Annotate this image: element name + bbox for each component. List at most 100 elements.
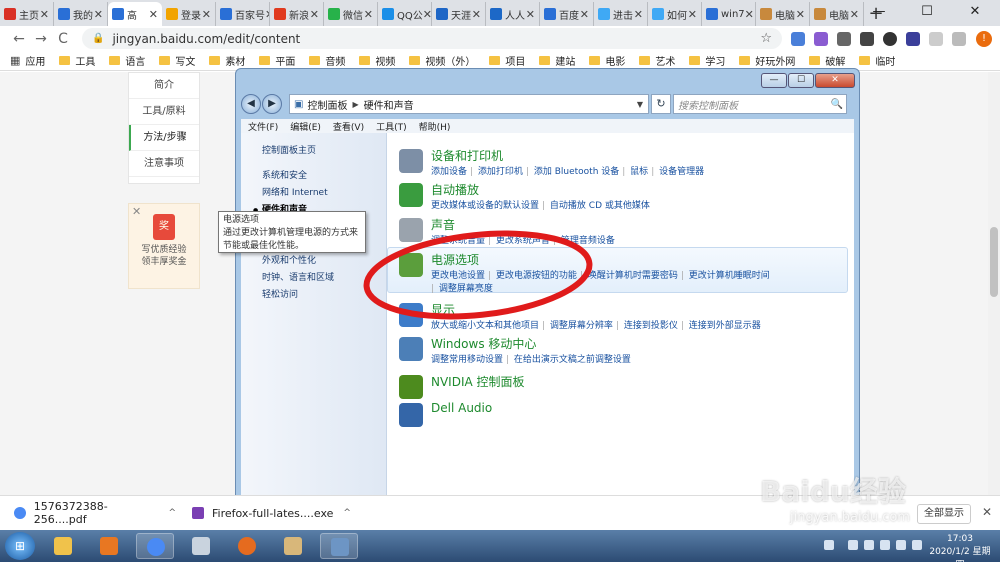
window-close-button[interactable]: ✕ (815, 73, 855, 88)
task-link[interactable]: 在给出演示文稿之前调整设置 (506, 355, 631, 365)
category-icon[interactable] (399, 183, 423, 207)
bookmark-item[interactable]: 应用 (25, 53, 45, 68)
tab-close-icon[interactable]: ✕ (688, 8, 697, 21)
task-link[interactable]: 唤醒计算机时需要密码 (580, 271, 678, 281)
chrome-taskbar-button[interactable] (136, 533, 174, 559)
task-link[interactable]: 调整常用移动设置 (431, 355, 503, 365)
bookmark-item[interactable]: 工具 (59, 53, 95, 68)
firefox-taskbar-button[interactable] (228, 533, 266, 559)
translate-extension-icon[interactable] (791, 31, 805, 46)
explorer-taskbar-button[interactable] (44, 533, 82, 559)
left-nav-link[interactable]: 轻松访问 (241, 287, 386, 304)
extension-icon[interactable] (906, 31, 920, 46)
tab-close-icon[interactable]: ✕ (149, 8, 158, 21)
show-all-button[interactable]: 全部显示 (917, 504, 971, 524)
search-input[interactable]: 搜索控制面板 🔍 (673, 94, 847, 114)
breadcrumb[interactable]: ▣ 控制面板 ▶ 硬件和声音 ▼ (289, 94, 649, 114)
extension-icon[interactable] (952, 31, 966, 46)
category-title[interactable]: 显示 (431, 301, 455, 318)
control-panel-taskbar-button[interactable] (320, 533, 358, 559)
browser-tab[interactable]: 百家号✕ (216, 2, 270, 26)
forward-arrow-icon[interactable]: ▶ (262, 94, 282, 114)
task-link[interactable]: 更改系统声音 (488, 236, 550, 246)
category-title[interactable]: 电源选项 (431, 251, 479, 268)
close-icon[interactable]: ✕ (132, 205, 141, 218)
bookmark-item[interactable]: 平面 (259, 53, 295, 68)
left-nav-link[interactable]: 网络和 Internet (241, 185, 386, 202)
tray-icon[interactable] (864, 540, 874, 550)
category-icon[interactable] (399, 218, 423, 242)
task-link[interactable]: 鼠标 (622, 167, 648, 177)
start-button[interactable]: ⊞ (5, 532, 35, 560)
left-nav-link[interactable]: 外观和个性化 (241, 253, 386, 270)
left-nav-link[interactable]: 时钟、语言和区域 (241, 270, 386, 287)
tab-close-icon[interactable]: ✕ (94, 8, 103, 21)
edit-nav-notes[interactable]: 注意事项 (129, 151, 199, 177)
promo-card[interactable]: ✕ 奖 写优质经验领丰厚奖金 (128, 203, 200, 289)
category-icon[interactable] (399, 375, 423, 399)
refresh-icon[interactable]: ↻ (651, 94, 671, 114)
back-arrow-icon[interactable]: ◀ (241, 94, 261, 114)
browser-tab[interactable]: 进击 ✕ (594, 2, 648, 26)
bookmark-item[interactable]: 写文 (159, 53, 195, 68)
bookmark-item[interactable]: 破解 (809, 53, 845, 68)
download-item[interactable]: Firefox-full-lates....exe ^ (192, 507, 354, 520)
clock[interactable]: 17:03 2020/1/2 星期四 (925, 533, 995, 562)
edit-nav-steps[interactable]: 方法/步骤 (129, 125, 199, 151)
tab-close-icon[interactable]: ✕ (364, 8, 373, 21)
browser-tab[interactable]: 如何 ✕ (648, 2, 702, 26)
extension-icon[interactable] (814, 31, 828, 46)
window-minimize-button[interactable]: — (761, 73, 787, 88)
category-icon[interactable] (399, 149, 423, 173)
task-link[interactable]: 放大或缩小文本和其他项目 (431, 321, 539, 331)
browser-tab[interactable]: 登录 ✕ (162, 2, 216, 26)
left-nav-link[interactable]: 系统和安全 (241, 168, 386, 185)
address-bar[interactable]: 🔒 jingyan.baidu.com/edit/content ☆ (82, 28, 782, 49)
browser-tab[interactable]: 百度 ✕ (540, 2, 594, 26)
task-link[interactable]: 更改电源按钮的功能 (488, 271, 577, 281)
volume-icon[interactable] (912, 540, 922, 550)
browser-tab[interactable]: 新浪 ✕ (270, 2, 324, 26)
menu-item[interactable]: 帮助(H) (419, 120, 451, 133)
download-icon[interactable] (860, 31, 874, 46)
network-icon[interactable] (896, 540, 906, 550)
bookmark-item[interactable]: 好玩外网 (739, 53, 795, 68)
tab-close-icon[interactable]: ✕ (310, 8, 319, 21)
bookmark-star-icon[interactable]: ☆ (760, 31, 772, 46)
breadcrumb-item[interactable]: 硬件和声音 (364, 97, 414, 112)
minimize-button[interactable]: — (856, 0, 902, 24)
task-link[interactable]: 管理音频设备 (553, 236, 615, 246)
bookmark-item[interactable]: 音频 (309, 53, 345, 68)
bookmark-item[interactable]: 电影 (589, 53, 625, 68)
task-link[interactable]: 调整屏幕亮度 (431, 281, 493, 294)
category-title[interactable]: 自动播放 (431, 181, 479, 198)
category-icon[interactable] (399, 403, 423, 427)
extension-icon[interactable] (929, 31, 943, 46)
maximize-button[interactable]: ☐ (904, 0, 950, 24)
menu-item[interactable]: 查看(V) (333, 120, 364, 133)
task-link[interactable]: 连接到投影仪 (616, 321, 678, 331)
tab-close-icon[interactable]: ✕ (796, 8, 805, 21)
browser-tab[interactable]: win7 ✕ (702, 2, 756, 26)
bookmark-item[interactable]: 语言 (109, 53, 145, 68)
media-taskbar-button[interactable] (90, 533, 128, 559)
task-link[interactable]: 更改媒体或设备的默认设置 (431, 201, 539, 211)
profile-avatar[interactable]: ! (976, 30, 992, 47)
browser-tab[interactable]: 天涯 ✕ (432, 2, 486, 26)
breadcrumb-item[interactable]: 控制面板 (307, 97, 347, 112)
tab-close-icon[interactable]: ✕ (745, 8, 754, 21)
battery-icon[interactable] (880, 540, 890, 550)
bookmark-item[interactable]: 艺术 (639, 53, 675, 68)
browser-tab[interactable]: 人人 ✕ (486, 2, 540, 26)
task-link[interactable]: 更改电池设置 (431, 271, 485, 281)
browser-tab[interactable]: 我的 ✕ (54, 2, 108, 26)
tab-close-icon[interactable]: ✕ (580, 8, 589, 21)
category-title[interactable]: Dell Audio (431, 401, 492, 415)
tab-close-icon[interactable]: ✕ (526, 8, 535, 21)
bookmark-item[interactable]: 学习 (689, 53, 725, 68)
browser-tab[interactable]: 电脑 ✕ (756, 2, 810, 26)
tray-icon[interactable] (824, 540, 834, 550)
scrollbar-thumb[interactable] (990, 227, 998, 297)
menu-item[interactable]: 编辑(E) (290, 120, 321, 133)
close-icon[interactable]: ✕ (982, 505, 992, 519)
